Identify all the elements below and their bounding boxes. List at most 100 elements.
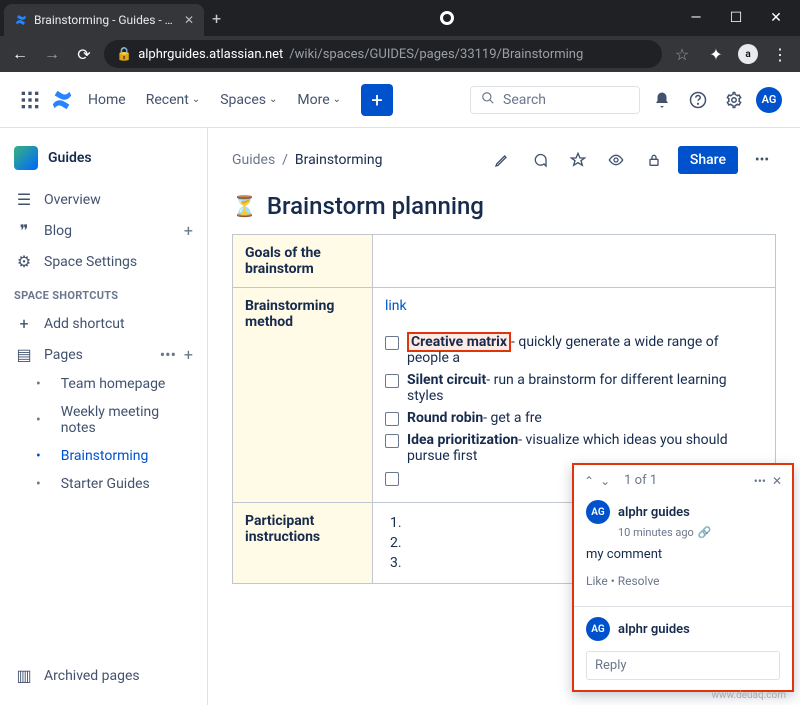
reply-input[interactable]: Reply — [586, 651, 780, 680]
browser-reload-button[interactable]: ⟳ — [72, 45, 96, 64]
row-label: Participant instructions — [233, 503, 373, 584]
app-switcher-icon[interactable] — [18, 88, 42, 112]
checkbox[interactable] — [385, 472, 399, 486]
nav-spaces[interactable]: Spaces⌄ — [214, 88, 283, 112]
breadcrumb-root[interactable]: Guides — [232, 152, 275, 168]
checkbox[interactable] — [385, 434, 399, 448]
recording-indicator-icon — [440, 11, 454, 25]
comment-more-icon[interactable]: ••• — [754, 474, 766, 488]
comment-prev-icon[interactable]: ⌃ — [584, 474, 594, 488]
lock-icon: 🔒 — [116, 47, 132, 62]
share-button[interactable]: Share — [678, 146, 738, 174]
tab-title: Brainstorming - Guides - Conflue — [34, 13, 178, 27]
checkbox[interactable] — [385, 374, 399, 388]
pages-more-icon[interactable]: ••• + — [160, 345, 193, 364]
page-title: ⏳ Brainstorm planning — [232, 192, 776, 220]
plus-icon: + — [14, 314, 34, 333]
notifications-icon[interactable] — [648, 86, 676, 114]
confluence-favicon-icon — [14, 13, 28, 27]
nav-recent[interactable]: Recent⌄ — [140, 88, 207, 112]
method-link[interactable]: link — [385, 298, 407, 314]
browser-forward-button[interactable]: → — [40, 44, 64, 64]
new-tab-button[interactable]: + — [204, 3, 229, 34]
watermark: www.deuaq.com — [712, 690, 787, 701]
page-tree-item[interactable]: Starter Guides — [8, 470, 199, 498]
help-icon[interactable] — [684, 86, 712, 114]
search-placeholder: Search — [503, 92, 546, 108]
row-label: Brainstorming method — [233, 288, 373, 503]
page-tree-item[interactable]: Team homepage — [8, 370, 199, 398]
sidebar: Guides ☰ Overview ❞ Blog + ⚙ Space Setti… — [0, 128, 208, 705]
search-input[interactable]: Search — [470, 86, 640, 114]
watch-icon[interactable] — [602, 146, 630, 174]
tab-close-icon[interactable]: ✕ — [184, 13, 194, 27]
space-header[interactable]: Guides — [8, 142, 199, 184]
sidebar-item-blog[interactable]: ❞ Blog + — [8, 215, 199, 246]
comment-icon[interactable] — [526, 146, 554, 174]
highlighted-text: Creative matrix — [407, 332, 511, 352]
window-maximize-button[interactable]: ☐ — [716, 10, 756, 26]
reply-avatar: AG — [586, 617, 610, 641]
inline-comment-panel: ⌃ ⌄ 1 of 1 ••• ✕ AG alphr guides 10 minu… — [572, 463, 794, 692]
comment-counter: 1 of 1 — [624, 473, 657, 488]
row-label: Goals of the brainstorm — [233, 235, 373, 288]
sidebar-item-space-settings[interactable]: ⚙ Space Settings — [8, 246, 199, 277]
blog-icon: ❞ — [14, 221, 34, 240]
task-item: Silent circuit- run a brainstorm for dif… — [385, 372, 763, 404]
user-avatar[interactable]: AG — [756, 87, 782, 113]
page-icon: ▤ — [14, 345, 34, 364]
page-emoji-icon: ⏳ — [232, 194, 257, 218]
restrictions-icon[interactable] — [640, 146, 668, 174]
sidebar-item-pages[interactable]: ▤ Pages ••• + — [8, 339, 199, 370]
row-cell[interactable] — [373, 235, 776, 288]
page-content: Guides / Brainstorming Share ••• ⏳ Brain… — [208, 128, 800, 705]
extensions-icon[interactable]: ✦ — [704, 45, 728, 64]
comment-close-icon[interactable]: ✕ — [772, 474, 782, 488]
resolve-button[interactable]: Resolve — [618, 574, 660, 588]
nav-more[interactable]: More⌄ — [291, 88, 347, 112]
browser-profile-avatar[interactable]: a — [738, 44, 758, 64]
nav-home[interactable]: Home — [82, 88, 132, 112]
address-bar[interactable]: 🔒 alphrguides.atlassian.net/wiki/spaces/… — [104, 40, 662, 68]
browser-tab[interactable]: Brainstorming - Guides - Conflue ✕ — [4, 4, 204, 36]
checkbox[interactable] — [385, 412, 399, 426]
browser-back-button[interactable]: ← — [8, 44, 32, 64]
breadcrumb-current: Brainstorming — [295, 152, 383, 168]
confluence-logo-icon[interactable] — [50, 88, 74, 112]
comment-next-icon[interactable]: ⌄ — [600, 474, 610, 488]
checkbox[interactable] — [385, 336, 399, 350]
window-minimize-button[interactable]: — — [676, 10, 716, 26]
task-item: Round robin- get a fre — [385, 410, 763, 426]
breadcrumb: Guides / Brainstorming — [232, 152, 383, 168]
task-item: Creative matrix- quickly generate a wide… — [385, 334, 763, 366]
archive-icon: ▥ — [14, 666, 34, 685]
sidebar-item-archived[interactable]: ▥ Archived pages — [8, 660, 199, 691]
browser-menu-icon[interactable]: ⋮ — [768, 45, 792, 64]
sidebar-add-shortcut[interactable]: + Add shortcut — [8, 308, 199, 339]
settings-icon[interactable] — [720, 86, 748, 114]
like-button[interactable]: Like — [586, 574, 608, 588]
page-tree-item[interactable]: Weekly meeting notes — [8, 398, 199, 442]
chevron-down-icon: ⌄ — [333, 94, 341, 105]
comment-author: alphr guides — [618, 505, 690, 520]
reply-author: alphr guides — [618, 622, 690, 637]
confluence-topbar: Home Recent⌄ Spaces⌄ More⌄ + Search AG — [0, 72, 800, 128]
star-icon[interactable] — [564, 146, 592, 174]
gear-icon: ⚙ — [14, 252, 34, 271]
edit-icon[interactable] — [488, 146, 516, 174]
table-row: Goals of the brainstorm — [233, 235, 776, 288]
more-actions-icon[interactable]: ••• — [748, 146, 776, 174]
comment-timestamp: 10 minutes ago — [618, 526, 694, 539]
chevron-down-icon: ⌄ — [192, 94, 200, 105]
permalink-icon[interactable]: 🔗 — [698, 526, 712, 539]
create-button[interactable]: + — [361, 84, 393, 116]
space-name: Guides — [48, 150, 92, 166]
chevron-down-icon: ⌄ — [269, 94, 277, 105]
search-icon — [481, 91, 495, 109]
page-tree-item-active[interactable]: Brainstorming — [8, 442, 199, 470]
window-close-button[interactable]: ✕ — [756, 10, 796, 26]
space-icon — [14, 146, 38, 170]
sidebar-item-overview[interactable]: ☰ Overview — [8, 184, 199, 215]
bookmark-star-icon[interactable]: ☆ — [670, 45, 694, 64]
add-blog-icon[interactable]: + — [184, 221, 193, 240]
